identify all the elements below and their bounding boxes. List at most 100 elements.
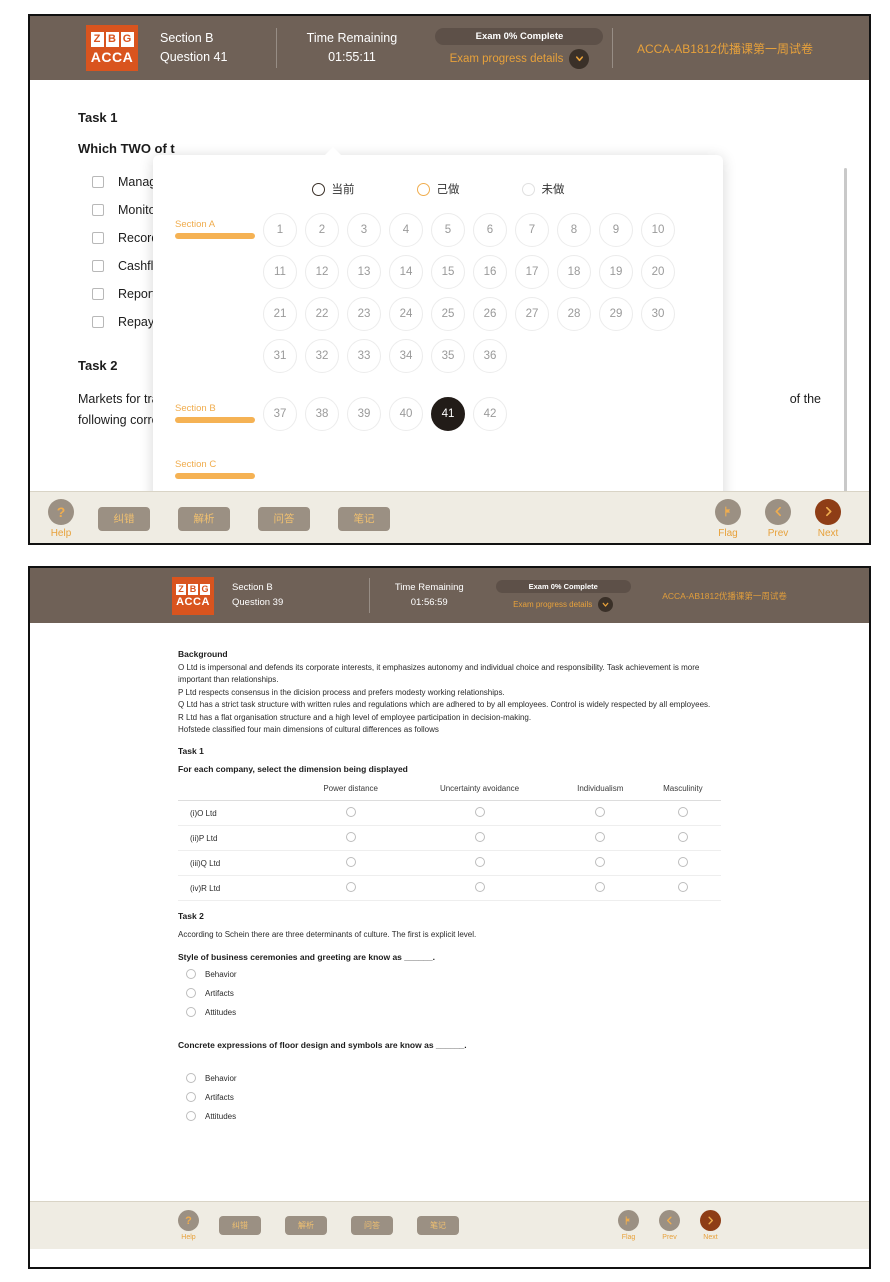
question-mark-icon[interactable]: ? [48,498,74,525]
question-bubble-29[interactable]: 29 [599,297,633,331]
checkbox-icon[interactable] [92,232,104,244]
question-bubble-10[interactable]: 10 [641,213,675,247]
question-bubble-33[interactable]: 33 [347,339,381,373]
question-bubble-14[interactable]: 14 [389,255,423,289]
question-bubble-1[interactable]: 1 [263,213,297,247]
radio-icon[interactable] [474,857,485,868]
chevron-left-icon[interactable] [659,1210,680,1231]
report-error-button[interactable]: 纠错 [219,1216,261,1235]
radio-option-1[interactable]: Behavior [178,965,721,984]
question-bubble-41[interactable]: 41 [431,397,465,431]
question-grid-section-b[interactable]: 37 38 39 40 41 42 [263,397,693,431]
question-bubble-30[interactable]: 30 [641,297,675,331]
radio-icon[interactable] [474,882,485,893]
notes-button[interactable]: 笔记 [417,1216,459,1235]
radio-icon[interactable] [186,1092,196,1103]
notes-button[interactable]: 笔记 [338,506,390,531]
radio-cell[interactable] [298,800,404,827]
radio-cell[interactable] [403,825,556,852]
question-bubble-26[interactable]: 26 [473,297,507,331]
next-button[interactable]: Next [815,498,841,539]
chevron-left-icon[interactable] [765,498,791,525]
question-bubble-19[interactable]: 19 [599,255,633,289]
radio-icon[interactable] [677,807,688,818]
question-mark-icon[interactable]: ? [178,1210,199,1231]
help-button[interactable]: ? Help [178,1210,199,1241]
question-bubble-18[interactable]: 18 [557,255,591,289]
radio-icon[interactable] [345,807,356,818]
next-button[interactable]: Next [700,1210,721,1241]
radio-cell[interactable] [555,825,645,852]
radio-option-3[interactable]: Attitudes [178,1003,721,1022]
question-bubble-36[interactable]: 36 [473,339,507,373]
qa-button[interactable]: 问答 [258,506,310,531]
help-button[interactable]: ? Help [48,498,74,539]
radio-icon[interactable] [677,832,688,843]
checkbox-icon[interactable] [92,176,104,188]
chevron-down-icon[interactable] [569,48,590,69]
flag-icon[interactable] [618,1210,639,1231]
flag-button[interactable]: Flag [715,498,741,539]
chevron-right-icon[interactable] [700,1210,721,1231]
question-bubble-2[interactable]: 2 [305,213,339,247]
radio-cell[interactable] [298,825,404,852]
question-bubble-5[interactable]: 5 [431,213,465,247]
question-bubble-3[interactable]: 3 [347,213,381,247]
radio-icon[interactable] [677,882,688,893]
analysis-button[interactable]: 解析 [178,506,230,531]
radio-cell[interactable] [644,825,721,852]
prev-button[interactable]: Prev [765,498,791,539]
question-grid-section-a[interactable]: 1 2 3 4 5 6 7 8 9 10 11 12 13 14 15 16 17 18 19 20 21 22 23 24 2… [263,213,693,373]
question-grid-section-c[interactable] [263,453,693,479]
question-bubble-13[interactable]: 13 [347,255,381,289]
question-bubble-24[interactable]: 24 [389,297,423,331]
radio-cell[interactable] [403,800,556,827]
exam-progress-details-row[interactable]: Exam progress details [450,48,590,69]
question-bubble-6[interactable]: 6 [473,213,507,247]
radio-icon[interactable] [186,1007,196,1018]
radio-icon[interactable] [595,857,606,868]
checkbox-icon[interactable] [92,204,104,216]
radio-icon[interactable] [186,969,196,980]
question-bubble-31[interactable]: 31 [263,339,297,373]
checkbox-icon[interactable] [92,288,104,300]
radio-icon[interactable] [677,857,688,868]
question-bubble-22[interactable]: 22 [305,297,339,331]
content-scrollbar[interactable] [844,168,847,491]
radio-cell[interactable] [555,800,645,827]
question-bubble-28[interactable]: 28 [557,297,591,331]
radio-cell[interactable] [644,850,721,877]
question-bubble-23[interactable]: 23 [347,297,381,331]
radio-icon[interactable] [345,857,356,868]
radio-icon[interactable] [474,832,485,843]
radio-cell[interactable] [403,850,556,877]
question-bubble-15[interactable]: 15 [431,255,465,289]
checkbox-icon[interactable] [92,316,104,328]
question-bubble-39[interactable]: 39 [347,397,381,431]
question-bubble-20[interactable]: 20 [641,255,675,289]
radio-icon[interactable] [345,882,356,893]
flag-button[interactable]: Flag [618,1210,639,1241]
checkbox-icon[interactable] [92,260,104,272]
report-error-button[interactable]: 纠错 [98,506,150,531]
question-bubble-9[interactable]: 9 [599,213,633,247]
qa-button[interactable]: 问答 [351,1216,393,1235]
radio-icon[interactable] [474,807,485,818]
question-bubble-35[interactable]: 35 [431,339,465,373]
question-bubble-25[interactable]: 25 [431,297,465,331]
question-bubble-4[interactable]: 4 [389,213,423,247]
question-bubble-42[interactable]: 42 [473,397,507,431]
prev-button[interactable]: Prev [659,1210,680,1241]
question-bubble-40[interactable]: 40 [389,397,423,431]
analysis-button[interactable]: 解析 [285,1216,327,1235]
exam-progress-details-row[interactable]: Exam progress details [513,596,614,612]
question-bubble-17[interactable]: 17 [515,255,549,289]
radio-cell[interactable] [298,875,404,902]
question-bubble-32[interactable]: 32 [305,339,339,373]
chevron-right-icon[interactable] [815,498,841,525]
radio-icon[interactable] [595,807,606,818]
chevron-down-icon[interactable] [598,596,614,612]
radio-icon[interactable] [595,832,606,843]
question-bubble-7[interactable]: 7 [515,213,549,247]
question-bubble-27[interactable]: 27 [515,297,549,331]
